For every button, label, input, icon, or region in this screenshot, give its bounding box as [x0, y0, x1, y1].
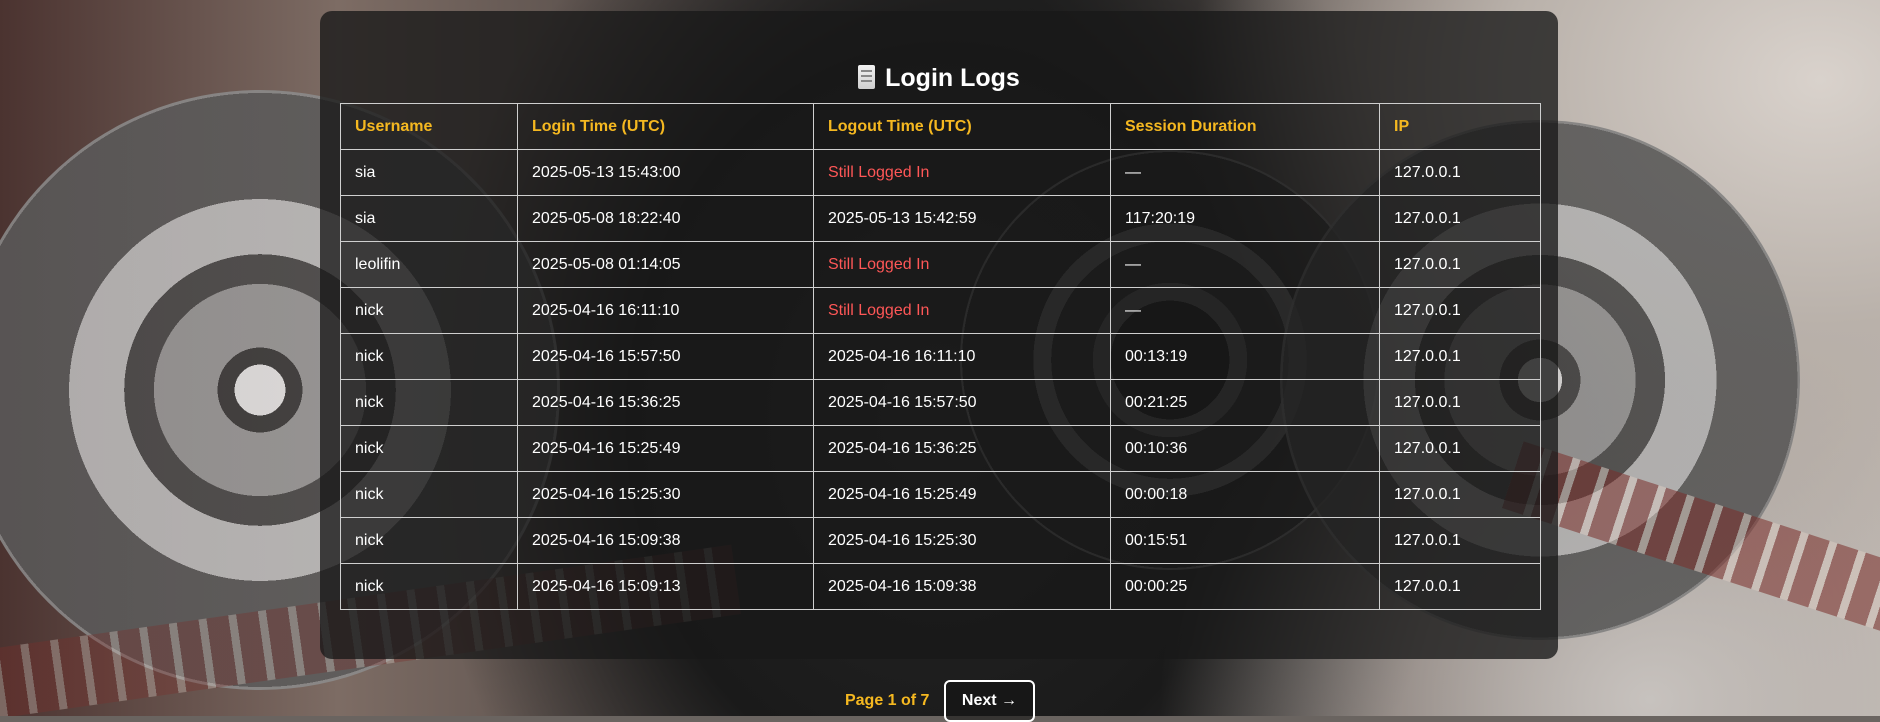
cell-username: nick	[340, 333, 518, 380]
cell-ip: 127.0.0.1	[1379, 195, 1541, 242]
table-row: nick 2025-04-16 15:25:30 2025-04-16 15:2…	[340, 471, 1541, 518]
table-row: nick 2025-04-16 15:36:25 2025-04-16 15:5…	[340, 379, 1541, 426]
cell-username: nick	[340, 563, 518, 610]
cell-login-time: 2025-04-16 15:09:38	[517, 517, 814, 564]
cell-session-duration: 00:13:19	[1110, 333, 1380, 380]
cell-session-duration: 00:10:36	[1110, 425, 1380, 472]
logs-panel: Login Logs Username Login Time (UTC) Log…	[320, 11, 1558, 659]
cell-login-time: 2025-04-16 15:25:49	[517, 425, 814, 472]
column-header-logout-time: Logout Time (UTC)	[813, 103, 1111, 150]
cell-login-time: 2025-05-13 15:43:00	[517, 149, 814, 196]
cell-session-duration: —	[1110, 149, 1380, 196]
cell-session-duration: 00:00:25	[1110, 563, 1380, 610]
cell-session-duration: 00:00:18	[1110, 471, 1380, 518]
cell-username: nick	[340, 379, 518, 426]
cell-session-duration: 117:20:19	[1110, 195, 1380, 242]
cell-login-time: 2025-04-16 15:25:30	[517, 471, 814, 518]
cell-username: nick	[340, 471, 518, 518]
cell-ip: 127.0.0.1	[1379, 241, 1541, 288]
cell-ip: 127.0.0.1	[1379, 517, 1541, 564]
cell-login-time: 2025-05-08 18:22:40	[517, 195, 814, 242]
cell-logout-time: 2025-04-16 16:11:10	[813, 333, 1111, 380]
cell-logout-time: 2025-04-16 15:25:30	[813, 517, 1111, 564]
cell-ip: 127.0.0.1	[1379, 287, 1541, 334]
table-row: nick 2025-04-16 15:57:50 2025-04-16 16:1…	[340, 333, 1541, 380]
cell-login-time: 2025-04-16 15:36:25	[517, 379, 814, 426]
cell-ip: 127.0.0.1	[1379, 471, 1541, 518]
table-row: nick 2025-04-16 15:09:38 2025-04-16 15:2…	[340, 517, 1541, 564]
cell-username: sia	[340, 195, 518, 242]
cell-ip: 127.0.0.1	[1379, 333, 1541, 380]
column-header-username: Username	[340, 103, 518, 150]
cell-username: sia	[340, 149, 518, 196]
cell-session-duration: —	[1110, 287, 1380, 334]
cell-login-time: 2025-04-16 16:11:10	[517, 287, 814, 334]
cell-ip: 127.0.0.1	[1379, 149, 1541, 196]
table-row: leolifin 2025-05-08 01:14:05 Still Logge…	[340, 241, 1541, 288]
column-header-session-duration: Session Duration	[1110, 103, 1380, 150]
cell-logout-time: 2025-04-16 15:57:50	[813, 379, 1111, 426]
column-header-login-time: Login Time (UTC)	[517, 103, 814, 150]
login-logs-table: Username Login Time (UTC) Logout Time (U…	[340, 103, 1541, 610]
cell-username: leolifin	[340, 241, 518, 288]
page-title-text: Login Logs	[885, 64, 1020, 92]
table-row: sia 2025-05-13 15:43:00 Still Logged In …	[340, 149, 1541, 196]
table-row: nick 2025-04-16 16:11:10 Still Logged In…	[340, 287, 1541, 334]
cell-logout-time: Still Logged In	[813, 149, 1111, 196]
cell-ip: 127.0.0.1	[1379, 563, 1541, 610]
cell-session-duration: 00:21:25	[1110, 379, 1380, 426]
cell-login-time: 2025-04-16 15:09:13	[517, 563, 814, 610]
page-icon	[858, 65, 876, 89]
table-row: sia 2025-05-08 18:22:40 2025-05-13 15:42…	[340, 195, 1541, 242]
cell-logout-time: 2025-04-16 15:36:25	[813, 425, 1111, 472]
table-row: nick 2025-04-16 15:25:49 2025-04-16 15:3…	[340, 425, 1541, 472]
cell-logout-time: Still Logged In	[813, 287, 1111, 334]
cell-ip: 127.0.0.1	[1379, 425, 1541, 472]
page-title: Login Logs	[340, 11, 1538, 103]
cell-session-duration: —	[1110, 241, 1380, 288]
cell-logout-time: 2025-04-16 15:25:49	[813, 471, 1111, 518]
cell-login-time: 2025-04-16 15:57:50	[517, 333, 814, 380]
cell-ip: 127.0.0.1	[1379, 379, 1541, 426]
cell-username: nick	[340, 287, 518, 334]
cell-logout-time: 2025-04-16 15:09:38	[813, 563, 1111, 610]
cell-logout-time: Still Logged In	[813, 241, 1111, 288]
column-header-ip: IP	[1379, 103, 1541, 150]
table-header-row: Username Login Time (UTC) Logout Time (U…	[340, 103, 1541, 150]
cell-session-duration: 00:15:51	[1110, 517, 1380, 564]
cell-username: nick	[340, 517, 518, 564]
cell-login-time: 2025-05-08 01:14:05	[517, 241, 814, 288]
table-row: nick 2025-04-16 15:09:13 2025-04-16 15:0…	[340, 563, 1541, 610]
cell-logout-time: 2025-05-13 15:42:59	[813, 195, 1111, 242]
cell-username: nick	[340, 425, 518, 472]
page-info: Page 1 of 7	[844, 692, 930, 709]
